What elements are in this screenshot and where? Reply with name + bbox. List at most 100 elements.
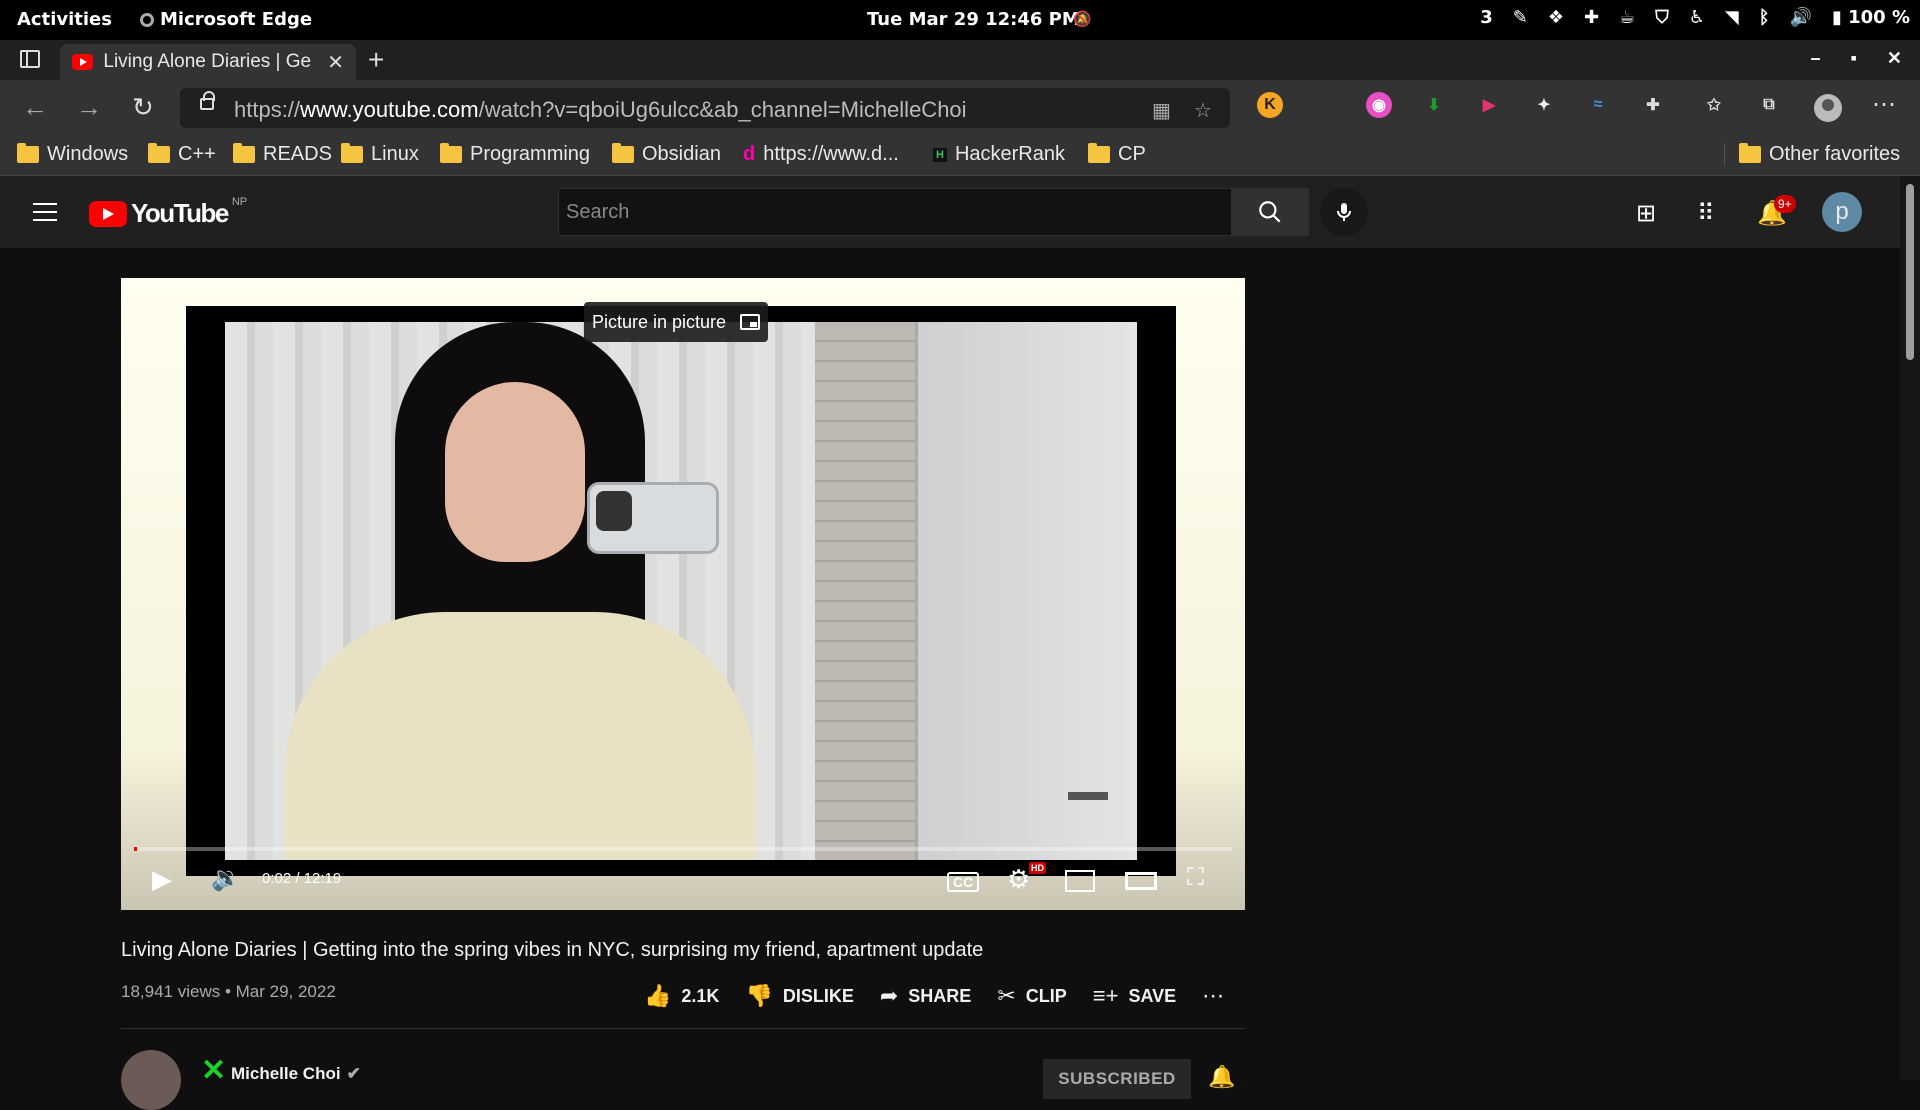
- page-scrollbar[interactable]: [1900, 176, 1920, 1080]
- video-player[interactable]: ▶ 🔉 0:02 / 12:19 CC ⚙ HD ⛶: [121, 278, 1245, 910]
- scrollbar-thumb[interactable]: [1906, 184, 1914, 360]
- hackerrank-icon: H: [933, 147, 947, 162]
- more-actions-button[interactable]: ⋯: [1202, 983, 1224, 1009]
- tab-active[interactable]: Living Alone Diaries | Ge ✕: [60, 44, 356, 80]
- volume-icon[interactable]: 🔉: [211, 864, 241, 893]
- battery-status[interactable]: ▮ 100 %: [1832, 7, 1910, 28]
- channel-name-row[interactable]: Michelle Choi ✔: [231, 1064, 361, 1084]
- activities-button[interactable]: Activities: [17, 9, 112, 30]
- extensions-puzzle-icon[interactable]: ✚: [1640, 92, 1666, 118]
- channel-bell-icon[interactable]: 🔔: [1208, 1064, 1235, 1090]
- channel-avatar[interactable]: [121, 1050, 181, 1110]
- clip-button[interactable]: ✂ CLIP: [997, 983, 1066, 1009]
- picture-in-picture-icon[interactable]: [740, 314, 761, 330]
- extension-pink-icon[interactable]: ◉: [1366, 92, 1392, 118]
- favorite-item[interactable]: C++: [148, 143, 216, 166]
- fullscreen-icon[interactable]: ⛶: [1187, 864, 1204, 892]
- progress-bar[interactable]: [134, 847, 1232, 851]
- favorite-item[interactable]: H HackerRank: [933, 143, 1065, 166]
- close-window-button[interactable]: ✕: [1887, 48, 1902, 69]
- youtube-play-icon: [89, 200, 127, 227]
- extension-k-icon[interactable]: K: [1257, 92, 1283, 118]
- like-button[interactable]: 👍 2.1K: [644, 983, 719, 1009]
- search-icon: [1259, 201, 1281, 223]
- vpn-shield-icon[interactable]: ⛉: [1655, 7, 1669, 28]
- play-button[interactable]: ▶: [152, 864, 172, 895]
- extension-bird-icon[interactable]: ✦: [1531, 92, 1557, 118]
- wifi-icon[interactable]: ◥: [1725, 7, 1739, 28]
- address-bar[interactable]: https://www.youtube.com/watch?v=qboiUg6u…: [180, 88, 1230, 128]
- theater-mode-icon[interactable]: [1125, 872, 1157, 890]
- favorite-label: CP: [1118, 143, 1146, 165]
- favorite-label: HackerRank: [954, 143, 1065, 165]
- favorite-item[interactable]: Windows: [17, 143, 128, 166]
- collections-icon[interactable]: ⧉: [1756, 92, 1782, 118]
- time-display: 0:02 / 12:19: [262, 870, 342, 887]
- favorite-item[interactable]: Obsidian: [612, 143, 721, 166]
- search-button[interactable]: [1231, 188, 1309, 236]
- settings-gear-icon[interactable]: ⚙: [1007, 864, 1030, 895]
- add-favorite-icon[interactable]: ☆: [1194, 98, 1212, 123]
- dislike-button[interactable]: 👎 DISLIKE: [745, 983, 853, 1009]
- lock-icon[interactable]: [200, 91, 215, 110]
- url-host: www.youtube.com: [300, 97, 479, 122]
- voice-search-button[interactable]: [1320, 188, 1368, 236]
- youtube-logo[interactable]: YouTube NP: [89, 196, 247, 229]
- pen-icon[interactable]: ✎: [1513, 7, 1528, 28]
- forward-button[interactable]: →: [76, 92, 102, 123]
- minimize-button[interactable]: –: [1811, 48, 1821, 69]
- extension-icon[interactable]: ✚: [1584, 7, 1599, 28]
- clock[interactable]: Tue Mar 29 12:46 PM: [867, 9, 1080, 30]
- create-video-icon[interactable]: ⊞: [1636, 199, 1656, 228]
- bluetooth-icon[interactable]: ᛒ: [1759, 7, 1770, 28]
- apps-grid-icon[interactable]: ⠿: [1697, 199, 1715, 228]
- search-input[interactable]: Search: [558, 188, 1232, 236]
- back-button[interactable]: ←: [22, 92, 48, 123]
- app-menu[interactable]: Microsoft Edge: [140, 9, 312, 30]
- extension-wave-icon[interactable]: ≈: [1585, 92, 1611, 118]
- new-tab-button[interactable]: +: [368, 44, 384, 76]
- dropbox-icon[interactable]: ❖: [1548, 7, 1564, 28]
- folder-icon: [17, 143, 39, 163]
- app-available-icon[interactable]: ▦: [1152, 98, 1171, 123]
- extension-flag-icon[interactable]: ▶: [1476, 92, 1502, 118]
- settings-menu-icon[interactable]: ⋯: [1872, 90, 1896, 119]
- miniplayer-icon[interactable]: [1065, 870, 1095, 892]
- favorite-item[interactable]: CP: [1088, 143, 1146, 166]
- url-text[interactable]: https://www.youtube.com/watch?v=qboiUg6u…: [234, 97, 967, 123]
- favorite-label: Obsidian: [642, 143, 721, 165]
- search-placeholder: Search: [566, 201, 630, 223]
- favorite-item[interactable]: Linux: [341, 143, 419, 166]
- tooltip-text: Picture in picture: [592, 311, 727, 332]
- share-label: SHARE: [908, 985, 972, 1006]
- extension-play-icon[interactable]: ▶: [1311, 92, 1337, 118]
- account-avatar[interactable]: p: [1822, 192, 1862, 232]
- other-favorites[interactable]: Other favorites: [1724, 143, 1900, 166]
- workspace-indicator[interactable]: 3: [1480, 7, 1493, 28]
- captions-icon[interactable]: CC: [947, 872, 980, 892]
- extension-download-icon[interactable]: ⬇: [1421, 92, 1447, 118]
- profile-avatar[interactable]: [1814, 94, 1842, 122]
- tab-close-icon[interactable]: ✕: [327, 50, 344, 75]
- accessibility-icon[interactable]: ♿: [1689, 7, 1705, 28]
- video-stats: 18,941 views • Mar 29, 2022: [121, 982, 336, 1001]
- divider: [121, 1028, 1245, 1029]
- save-button[interactable]: ≡+ SAVE: [1093, 983, 1176, 1009]
- menu-icon[interactable]: [33, 203, 57, 227]
- favorite-item[interactable]: READS: [233, 143, 332, 166]
- volume-icon[interactable]: 🔊: [1790, 7, 1812, 28]
- system-tray[interactable]: 3 ✎ ❖ ✚ ☕ ⛉ ♿ ◥ ᛒ 🔊 ▮ 100 %: [1480, 7, 1910, 28]
- share-button[interactable]: ➦ SHARE: [880, 983, 971, 1009]
- folder-icon: [440, 143, 462, 163]
- toolbar: ← → ↻ https://www.youtube.com/watch?v=qb…: [0, 80, 1920, 136]
- favorite-item[interactable]: Programming: [440, 143, 590, 166]
- favorites-icon[interactable]: ✩: [1701, 92, 1727, 118]
- progress-played: [134, 847, 138, 851]
- tab-actions-icon[interactable]: [20, 50, 40, 68]
- subscribe-button[interactable]: SUBSCRIBED: [1043, 1059, 1191, 1099]
- favorite-item[interactable]: d https://www.d...: [743, 143, 899, 166]
- folder-icon: [612, 143, 634, 163]
- refresh-button[interactable]: ↻: [132, 92, 154, 123]
- caffeine-icon[interactable]: ☕: [1619, 7, 1635, 28]
- maximize-button[interactable]: ▪: [1851, 48, 1857, 69]
